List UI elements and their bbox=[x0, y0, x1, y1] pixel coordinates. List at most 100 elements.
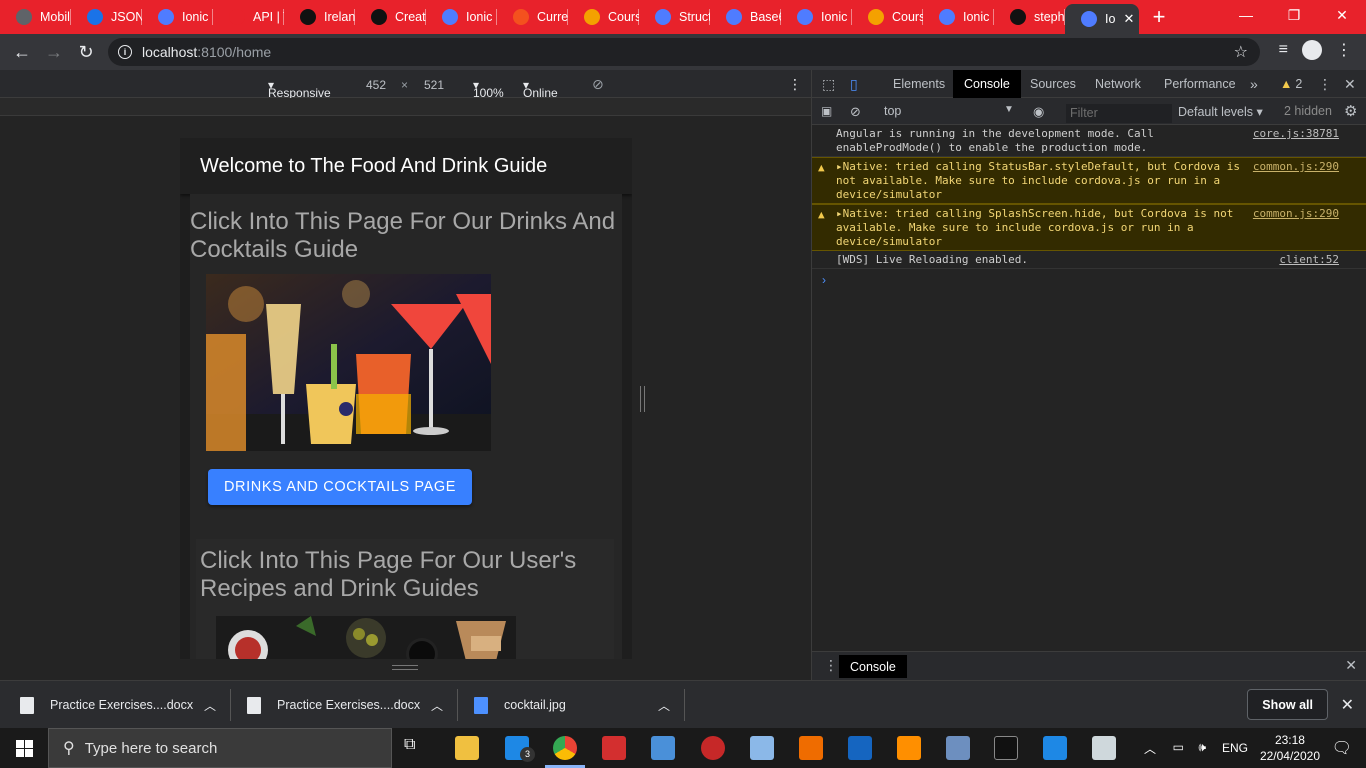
more-tabs-icon[interactable]: » bbox=[1250, 70, 1258, 98]
new-tab-button[interactable]: + bbox=[1145, 3, 1173, 31]
browser-tab-active[interactable]: Io ✕ bbox=[1065, 4, 1139, 34]
browser-tab[interactable]: Ionic bbox=[142, 0, 213, 34]
back-arrow-icon[interactable]: ← bbox=[6, 36, 38, 68]
sidebar-toggle-icon[interactable]: ▣ bbox=[821, 104, 832, 118]
tab-elements[interactable]: Elements bbox=[893, 70, 945, 98]
browser-tab[interactable]: Currer bbox=[497, 0, 568, 34]
address-bar[interactable]: i localhost:8100/home ☆ bbox=[108, 38, 1260, 66]
close-downloads-icon[interactable]: ✕ bbox=[1341, 695, 1354, 715]
close-tab-icon[interactable]: ✕ bbox=[1123, 11, 1134, 27]
drawer-menu-icon[interactable]: ⋮ bbox=[824, 657, 838, 674]
tab-console[interactable]: Console bbox=[953, 70, 1021, 98]
throttling-dropdown[interactable]: Online ▾ bbox=[523, 78, 558, 100]
console-source-link[interactable]: common.js:290 bbox=[1253, 160, 1339, 174]
devtools-menu-icon[interactable]: ⋮ bbox=[1318, 70, 1332, 98]
browser-tab[interactable]: Base6 bbox=[710, 0, 781, 34]
maximize-button[interactable]: ❐ bbox=[1270, 0, 1318, 30]
menu-kebab-icon[interactable]: ⋮ bbox=[1336, 40, 1352, 60]
browser-tab[interactable]: Create bbox=[355, 0, 426, 34]
inspect-element-icon[interactable]: ⬚ bbox=[822, 70, 835, 98]
console-source-link[interactable]: core.js:38781 bbox=[1253, 127, 1339, 141]
close-drawer-icon[interactable]: ✕ bbox=[1345, 657, 1357, 674]
browser-tab[interactable]: Struct bbox=[639, 0, 710, 34]
download-item[interactable]: Practice Exercises....docx ︿ bbox=[20, 681, 216, 729]
language-indicator[interactable]: ENG bbox=[1222, 741, 1248, 755]
browser-tab[interactable]: Ionic bbox=[426, 0, 497, 34]
minimize-button[interactable]: — bbox=[1222, 0, 1270, 30]
warnings-badge[interactable]: ▲ 2 bbox=[1280, 70, 1302, 98]
browser-tab[interactable]: steph bbox=[994, 0, 1065, 34]
battery-icon[interactable]: ▭ bbox=[1173, 740, 1184, 754]
console-prompt[interactable]: › bbox=[812, 269, 1366, 287]
responsive-dropdown[interactable]: Responsive ▾ bbox=[268, 78, 331, 100]
reload-icon[interactable]: ↻ bbox=[70, 36, 102, 68]
tray-chevron-icon[interactable]: ︿ bbox=[1144, 740, 1156, 757]
terminal-icon[interactable] bbox=[994, 736, 1018, 760]
resize-handle-right[interactable] bbox=[640, 386, 645, 412]
app-icon-blue[interactable] bbox=[651, 736, 675, 760]
app-icon-document[interactable] bbox=[1092, 736, 1116, 760]
browser-tab[interactable]: API | T bbox=[213, 0, 284, 34]
download-item[interactable]: cocktail.jpg ︿ bbox=[474, 681, 670, 729]
console-source-link[interactable]: common.js:290 bbox=[1253, 207, 1339, 221]
tab-network[interactable]: Network bbox=[1095, 70, 1141, 98]
browser-tab[interactable]: Cours bbox=[852, 0, 923, 34]
chevron-up-icon[interactable]: ︿ bbox=[431, 697, 443, 714]
tab-sources[interactable]: Sources bbox=[1030, 70, 1076, 98]
tab-performance[interactable]: Performance bbox=[1164, 70, 1236, 98]
clear-console-icon[interactable]: ⊘ bbox=[850, 104, 861, 120]
width-input[interactable]: 452 bbox=[366, 78, 386, 92]
console-source-link[interactable]: client:52 bbox=[1279, 253, 1339, 267]
chevron-up-icon[interactable]: ︿ bbox=[204, 697, 216, 714]
device-toggle-icon[interactable]: ▯ bbox=[850, 70, 858, 98]
browser-tab[interactable]: Cours bbox=[568, 0, 639, 34]
app-icon-orange[interactable] bbox=[799, 736, 823, 760]
profile-avatar-icon[interactable] bbox=[1302, 40, 1322, 60]
task-view-icon[interactable]: ⧉ bbox=[404, 736, 428, 760]
drinks-cocktails-button[interactable]: DRINKS AND COCKTAILS PAGE bbox=[208, 469, 472, 505]
notifications-icon[interactable]: 🗨 bbox=[1332, 738, 1352, 758]
browser-tab-title: Ionic bbox=[821, 10, 848, 24]
browser-tab[interactable]: Mobil bbox=[0, 0, 71, 34]
site-info-icon[interactable]: i bbox=[118, 45, 132, 59]
vscode-icon[interactable] bbox=[1043, 736, 1067, 760]
device-toolbar-menu-icon[interactable]: ⋮ bbox=[788, 76, 802, 93]
console-settings-gear-icon[interactable]: ⚙ bbox=[1344, 102, 1357, 120]
download-item[interactable]: Practice Exercises....docx ︿ bbox=[247, 681, 443, 729]
browser-tab[interactable]: JSON bbox=[71, 0, 142, 34]
drawer-tab-console[interactable]: Console bbox=[839, 655, 907, 678]
browser-tab[interactable]: Irelan bbox=[284, 0, 355, 34]
rotate-icon[interactable]: ⊘ bbox=[592, 76, 604, 93]
eye-icon[interactable]: ◉ bbox=[1033, 104, 1044, 120]
bookmark-star-icon[interactable]: ☆ bbox=[1234, 42, 1248, 62]
vlc-icon[interactable] bbox=[897, 736, 921, 760]
app-icon-photos[interactable] bbox=[750, 736, 774, 760]
context-selector[interactable]: top bbox=[884, 104, 901, 118]
console-filter-input[interactable]: Filter bbox=[1066, 104, 1172, 123]
resize-handle-bottom[interactable] bbox=[392, 664, 418, 672]
show-all-downloads-button[interactable]: Show all bbox=[1247, 689, 1328, 720]
clock[interactable]: 23:18 22/04/2020 bbox=[1260, 732, 1320, 764]
console-message-text: [WDS] Live Reloading enabled. bbox=[836, 253, 1029, 266]
browser-tab[interactable]: Ionic bbox=[923, 0, 994, 34]
malwarebytes-icon[interactable] bbox=[848, 736, 872, 760]
volume-icon[interactable]: 🕪 bbox=[1198, 740, 1206, 755]
close-devtools-icon[interactable]: ✕ bbox=[1344, 70, 1356, 98]
file-explorer-icon[interactable] bbox=[455, 736, 479, 760]
context-chevron-icon[interactable]: ▼ bbox=[1004, 104, 1014, 115]
zoom-dropdown[interactable]: 100% ▾ bbox=[473, 78, 504, 100]
media-query-ruler[interactable] bbox=[0, 98, 811, 116]
app-icon-blocked[interactable] bbox=[701, 736, 725, 760]
windows-start-icon[interactable] bbox=[0, 728, 48, 768]
close-window-button[interactable]: ✕ bbox=[1318, 0, 1366, 30]
log-levels-dropdown[interactable]: Default levels ▾ bbox=[1178, 104, 1263, 119]
chevron-up-icon[interactable]: ︿ bbox=[658, 697, 670, 714]
chrome-icon[interactable] bbox=[553, 736, 577, 760]
app-icon-red[interactable] bbox=[602, 736, 626, 760]
height-input[interactable]: 521 bbox=[424, 78, 444, 92]
forward-arrow-icon[interactable]: → bbox=[38, 36, 70, 68]
browser-tab[interactable]: Ionic bbox=[781, 0, 852, 34]
media-control-icon[interactable]: ≡ bbox=[1279, 41, 1288, 59]
app-icon-slate[interactable] bbox=[946, 736, 970, 760]
taskbar-search-input[interactable]: ⚲ Type here to search bbox=[48, 728, 392, 768]
